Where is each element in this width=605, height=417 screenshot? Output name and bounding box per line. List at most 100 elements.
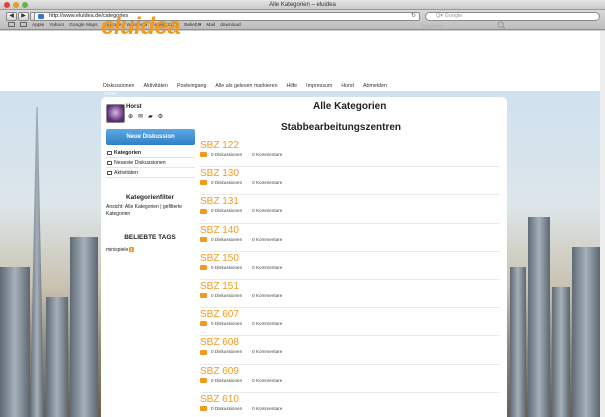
category-item: SBZ 150 0 Diskussionen 0 Kommentare bbox=[200, 252, 500, 280]
rss-icon[interactable] bbox=[200, 377, 207, 383]
comment-count: 0 Kommentare bbox=[252, 180, 283, 186]
discussion-count: 0 Diskussionen bbox=[211, 152, 243, 157]
section-title: Stabbearbeitungszentren bbox=[281, 122, 402, 133]
nav-posteingang[interactable]: Posteingang bbox=[177, 83, 206, 89]
category-filter-text[interactable]: Ansicht: Alle Kategorien | gefilterte Ka… bbox=[106, 204, 198, 218]
tower-shape bbox=[0, 267, 30, 417]
site-logo[interactable]: eluidea bbox=[101, 13, 181, 41]
category-link[interactable]: SBZ 609 bbox=[200, 366, 239, 377]
bookmark-apple[interactable]: Apple bbox=[32, 22, 44, 30]
browser-search-input[interactable]: Q▾ Google bbox=[425, 12, 600, 21]
nav-profile[interactable]: Horst bbox=[341, 83, 354, 89]
category-item: SBZ 140 0 Diskussionen 0 Kommentare bbox=[200, 224, 500, 252]
comment-count: 0 Kommentare bbox=[252, 208, 283, 214]
bookmarks-icon[interactable]: ▰ bbox=[148, 113, 153, 120]
scrollbar[interactable] bbox=[600, 31, 605, 417]
nav-impressum[interactable]: Impressum bbox=[306, 83, 332, 89]
category-link[interactable]: SBZ 151 bbox=[200, 281, 239, 292]
category-link[interactable]: SBZ 150 bbox=[200, 253, 239, 264]
zoom-window-button[interactable] bbox=[22, 2, 28, 8]
reload-icon[interactable]: ↻ bbox=[411, 13, 416, 20]
sidebar-item-kategorien[interactable]: Kategorien bbox=[106, 148, 195, 158]
minimize-window-button[interactable] bbox=[13, 2, 19, 8]
discussion-count: 0 Diskussionen bbox=[211, 405, 243, 411]
nav-diskussionen[interactable]: Diskussionen bbox=[103, 83, 135, 89]
forward-button[interactable]: ▶ bbox=[18, 12, 29, 21]
traffic-lights[interactable] bbox=[4, 2, 28, 8]
bookmark-yahoo[interactable]: Yahoo! bbox=[49, 22, 64, 30]
new-discussion-button[interactable]: Neue Diskussion bbox=[106, 129, 195, 145]
nav-mark-all-read[interactable]: Alle als gelesen markieren bbox=[215, 83, 277, 89]
bookmark-beliebt[interactable]: Beliebt▾ bbox=[184, 22, 201, 30]
rss-icon[interactable] bbox=[200, 349, 207, 355]
rss-icon[interactable] bbox=[200, 208, 207, 214]
search-icon[interactable] bbox=[497, 21, 506, 30]
sidebar-nav: Kategorien Neueste Diskussionen Aktivitä… bbox=[106, 148, 195, 178]
address-bar[interactable]: http://www.eluidea.de/categories ↻ bbox=[34, 12, 420, 21]
bookmark-download[interactable]: download bbox=[220, 22, 241, 30]
page-title: Alle Kategorien bbox=[313, 101, 387, 112]
reading-list-icon[interactable] bbox=[8, 22, 15, 27]
category-filter-heading: Kategorienfilter bbox=[125, 194, 175, 201]
nav-aktivitaeten[interactable]: Aktivitäten bbox=[144, 83, 168, 89]
category-item: SBZ 609 0 Diskussionen 0 Kommentare bbox=[200, 365, 500, 393]
comment-count: 0 Kommentare bbox=[252, 349, 283, 355]
category-item: SBZ 151 0 Diskussionen 0 Kommentare bbox=[200, 280, 500, 309]
category-link[interactable]: SBZ 130 bbox=[200, 168, 239, 179]
tag-item[interactable]: minispiele 1 bbox=[106, 247, 134, 253]
browser-toolbar: ◀ ▶ + http://www.eluidea.de/categories ↻… bbox=[0, 10, 605, 30]
rss-icon[interactable] bbox=[200, 321, 207, 327]
bookmarks-grid-icon[interactable] bbox=[20, 22, 27, 27]
discussion-count: 0 Diskussionen bbox=[211, 377, 243, 383]
comment-count: 0 Kommentare bbox=[252, 377, 283, 383]
sidebar-item-label: Neueste Diskussionen bbox=[114, 160, 166, 166]
bookmark-google-maps[interactable]: Google Maps bbox=[69, 22, 98, 30]
username[interactable]: Horst bbox=[126, 104, 142, 110]
tower-shape bbox=[46, 297, 68, 417]
category-link[interactable]: SBZ 608 bbox=[200, 337, 239, 348]
discussion-count: 0 Diskussionen bbox=[211, 321, 243, 327]
folder-icon bbox=[107, 150, 112, 155]
category-item: SBZ 607 0 Diskussionen 0 Kommentare bbox=[200, 308, 500, 337]
breadcrumb[interactable]: Home bbox=[104, 92, 117, 97]
nav-hilfe[interactable]: Hilfe bbox=[287, 83, 298, 89]
comment-count: 0 Kommentare bbox=[252, 152, 283, 157]
notifications-icon[interactable]: ⊕ bbox=[128, 113, 133, 120]
main-nav: Diskussionen Aktivitäten Posteingang All… bbox=[103, 83, 396, 89]
category-item: SBZ 130 0 Diskussionen 0 Kommentare bbox=[200, 167, 500, 196]
rss-icon[interactable] bbox=[200, 236, 207, 242]
site-search-input[interactable]: Suchen bbox=[423, 24, 442, 30]
nav-abmelden[interactable]: Abmelden bbox=[363, 83, 387, 89]
category-item: SBZ 610 0 Diskussionen 0 Kommentare bbox=[200, 393, 500, 417]
rss-icon[interactable] bbox=[200, 405, 207, 411]
category-list: SBZ 122 0 Diskussionen 0 Kommentare SBZ 13… bbox=[200, 139, 500, 417]
inbox-icon[interactable]: ✉ bbox=[138, 113, 143, 120]
category-link[interactable]: SBZ 610 bbox=[200, 394, 239, 405]
bookmark-mail[interactable]: Mail bbox=[206, 22, 215, 30]
rss-icon[interactable] bbox=[200, 152, 207, 158]
discussion-count: 0 Diskussionen bbox=[211, 264, 243, 270]
settings-gear-icon[interactable]: ⚙ bbox=[158, 113, 163, 120]
close-window-button[interactable] bbox=[4, 2, 10, 8]
tag-label: minispiele bbox=[106, 247, 129, 253]
avatar[interactable] bbox=[106, 104, 125, 123]
category-link[interactable]: SBZ 140 bbox=[200, 225, 239, 236]
sidebar-item-neueste[interactable]: Neueste Diskussionen bbox=[106, 158, 195, 168]
rss-icon[interactable] bbox=[200, 180, 207, 186]
back-button[interactable]: ◀ bbox=[6, 12, 17, 21]
window-titlebar: Alle Kategorien – eluidea bbox=[0, 0, 605, 10]
window-title: Alle Kategorien – eluidea bbox=[269, 2, 336, 8]
category-link[interactable]: SBZ 607 bbox=[200, 309, 239, 320]
tag-count-badge: 1 bbox=[129, 247, 134, 252]
rss-icon[interactable] bbox=[200, 265, 207, 271]
sidebar-item-label: Aktivitäten bbox=[114, 170, 138, 176]
tower-shape bbox=[528, 217, 550, 417]
category-link[interactable]: SBZ 122 bbox=[200, 140, 239, 151]
rss-icon[interactable] bbox=[200, 293, 207, 299]
sidebar-item-aktivitaeten[interactable]: Aktivitäten bbox=[106, 168, 195, 178]
list-icon bbox=[107, 160, 112, 165]
favicon-icon bbox=[38, 14, 44, 19]
category-link[interactable]: SBZ 131 bbox=[200, 196, 239, 207]
user-icons: ⊕ ✉ ▰ ⚙ bbox=[128, 113, 163, 120]
site-header bbox=[0, 31, 605, 85]
